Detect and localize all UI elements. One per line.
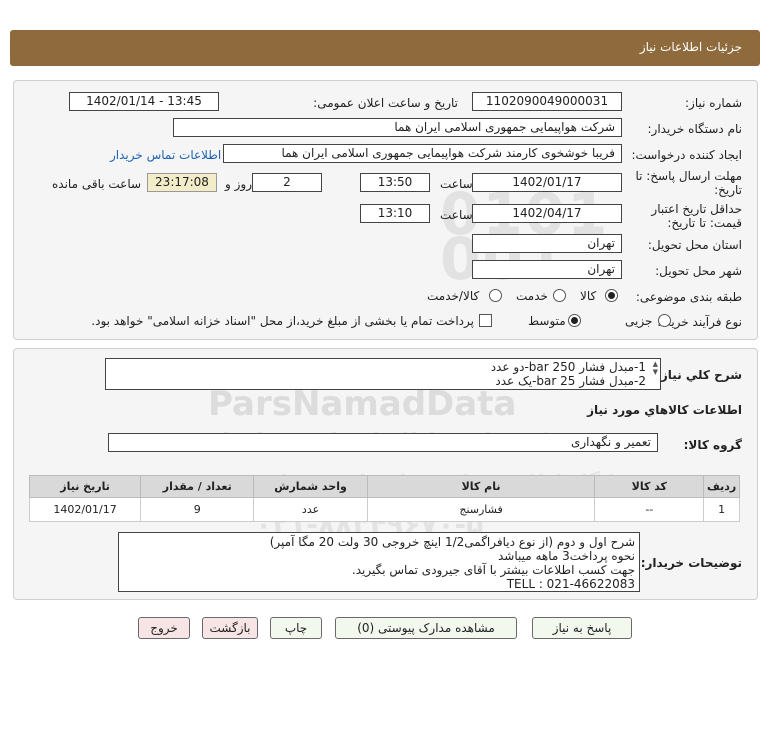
buyer-notes-line-1: شرح اول و دوم (از نوع دیافراگمی1/2 اینچ … [269, 535, 635, 549]
watermark-brand: ParsNamadData [208, 384, 517, 424]
back-button[interactable]: بازگشت [202, 617, 258, 639]
attachments-button[interactable]: مشاهده مدارک پیوستی (0) [335, 617, 517, 639]
col-name-header: نام کالا [366, 475, 596, 498]
validity-label: حداقل تاریخ اعتبار [651, 202, 742, 216]
buyer-notes-box: شرح اول و دوم (از نوع دیافراگمی1/2 اینچ … [118, 532, 640, 592]
requester-field: فریبا خوشخوی کارمند شرکت هواپیمایی جمهور… [223, 144, 622, 163]
province-field: تهران [472, 234, 622, 253]
cell-qty: 9 [140, 497, 255, 522]
cell-unit: عدد [253, 497, 368, 522]
announce-datetime-label: تاریخ و ساعت اعلان عمومی: [313, 96, 458, 110]
remaining-time-field: 23:17:08 [147, 173, 217, 192]
deadline-time-label: ساعت [440, 177, 473, 191]
col-unit-header: واحد شمارش [253, 475, 368, 498]
validity-label-2: قیمت: تا تاریخ: [667, 216, 742, 230]
remaining-time-label: ساعت باقی مانده [52, 177, 142, 191]
page-header: جزئیات اطلاعات نیاز [10, 30, 760, 66]
general-desc-line-2: 2-مبدل فشار 25 bar-یک عدد [495, 374, 646, 388]
process-medium-label: متوسط [528, 314, 566, 328]
buyer-notes-line-3: جهت کسب اطلاعات بیشتر با آقای جیرودی تما… [351, 563, 635, 577]
goods-table: ردیف کد کالا نام کالا واحد شمارش تعداد /… [28, 475, 740, 522]
treasury-payment-checkbox[interactable] [479, 314, 492, 327]
buyer-notes-line-2: نحوه پرداخت3 ماهه میباشد [497, 549, 635, 563]
requester-label: ایجاد کننده درخواست: [631, 148, 742, 162]
city-field: تهران [472, 260, 622, 279]
process-partial-radio[interactable] [658, 314, 671, 327]
buyer-org-field: شرکت هواپیمایی جمهوری اسلامی ایران هما [173, 118, 622, 137]
page-title: جزئیات اطلاعات نیاز [639, 40, 742, 54]
deadline-label: مهلت ارسال پاسخ: تا [635, 169, 742, 183]
general-desc-label: شرح کلي نياز: [656, 368, 742, 382]
goods-group-field: تعمیر و نگهداری [108, 433, 658, 452]
cell-date: 1402/01/17 [28, 497, 142, 522]
col-qty-header: تعداد / مقدار [140, 475, 255, 498]
cell-code: -- [594, 497, 705, 522]
province-label: استان محل تحویل: [647, 238, 742, 252]
col-date-header: تاریخ نیاز [28, 475, 142, 498]
announce-datetime-field: 1402/01/14 - 13:45 [69, 92, 219, 111]
need-number-label: شماره نیاز: [685, 96, 742, 110]
category-both-radio[interactable] [489, 289, 502, 302]
reply-button[interactable]: پاسخ به نیاز [532, 617, 632, 639]
validity-time-label: ساعت [440, 208, 473, 222]
cell-name: فشارسنج [366, 497, 596, 522]
general-desc-line-1: 1-مبدل فشار 250 bar-دو عدد [490, 360, 646, 374]
goods-group-label: گروه کالا: [683, 438, 742, 452]
validity-time-field: 13:10 [360, 204, 430, 223]
validity-date-field: 1402/04/17 [472, 204, 622, 223]
deadline-label-2: تاریخ: [714, 183, 742, 197]
deadline-date-field: 1402/01/17 [472, 173, 622, 192]
days-label: روز و [225, 177, 252, 191]
buyer-notes-line-4: TELL : 021-46622083 [506, 577, 635, 591]
city-label: شهر محل تحویل: [655, 264, 742, 278]
cell-row: 1 [703, 497, 740, 522]
category-label: طبقه بندی موضوعی: [635, 290, 742, 304]
col-code-header: کد کالا [594, 475, 705, 498]
goods-table-header: ردیف کد کالا نام کالا واحد شمارش تعداد /… [28, 475, 740, 498]
general-desc-box: 1-مبدل فشار 250 bar-دو عدد 2-مبدل فشار 2… [105, 358, 661, 390]
goods-info-title: اطلاعات کالاهاي مورد نياز [587, 403, 742, 417]
table-row: 1 -- فشارسنج عدد 9 1402/01/17 [28, 497, 740, 522]
print-button[interactable]: چاپ [270, 617, 322, 639]
col-row-header: ردیف [703, 475, 740, 498]
category-goods-radio[interactable] [605, 289, 618, 302]
buyer-org-label: نام دستگاه خریدار: [647, 122, 743, 136]
exit-button[interactable]: خروج [138, 617, 190, 639]
buyer-contact-link[interactable]: اطلاعات تماس خریدار [110, 148, 221, 162]
process-partial-label: جزیی [625, 314, 653, 328]
category-service-radio[interactable] [553, 289, 566, 302]
deadline-time-field: 13:50 [360, 173, 430, 192]
category-both-label: کالا/خدمت [427, 289, 480, 303]
need-number-field: 1102090049000031 [472, 92, 622, 111]
category-service-label: خدمت [516, 289, 548, 303]
category-goods-label: کالا [580, 289, 597, 303]
buyer-notes-label: توضیحات خریدار: [640, 556, 742, 570]
scroll-arrows-icon[interactable]: ▲ ▼ [653, 360, 658, 376]
process-medium-radio[interactable] [568, 314, 581, 327]
treasury-payment-note: پرداخت تمام یا بخشی از مبلغ خرید،از محل … [91, 314, 474, 328]
remaining-days-field: 2 [252, 173, 322, 192]
